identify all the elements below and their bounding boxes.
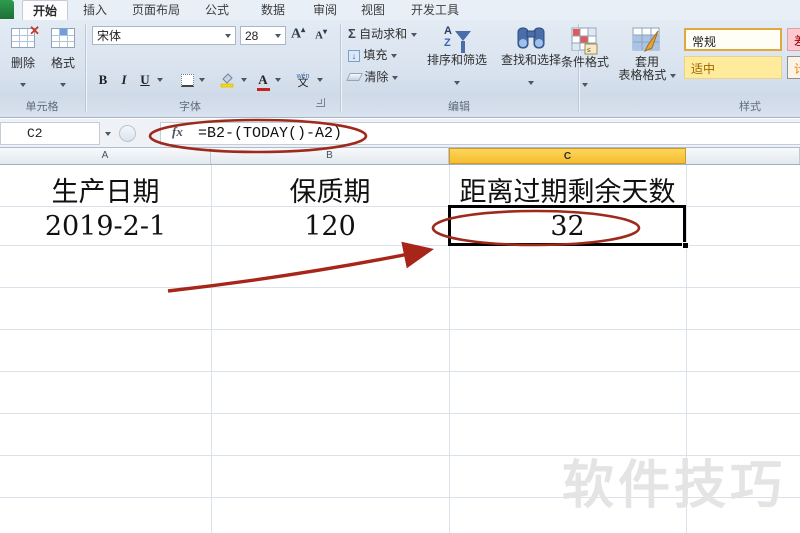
style-gallery-item-normal[interactable]: 常规	[684, 28, 782, 51]
grow-font-button[interactable]: A▴	[291, 25, 305, 43]
borders-dropdown[interactable]	[197, 69, 207, 91]
tab-review[interactable]: 审阅	[304, 0, 346, 20]
dropdown-caret	[275, 78, 281, 82]
style-gallery-item-bad[interactable]: 差	[787, 28, 800, 51]
borders-button[interactable]	[178, 69, 196, 91]
fill-button[interactable]: 填充	[348, 46, 397, 63]
eraser-icon	[346, 73, 363, 81]
dropdown-caret	[199, 78, 205, 82]
styles-group-label: 样式	[739, 101, 761, 113]
name-box[interactable]: C2	[0, 122, 100, 145]
style-gallery-item-neutral[interactable]: 适中	[684, 56, 782, 79]
dropdown-caret	[528, 80, 534, 85]
watermark: 软件技巧	[562, 457, 787, 515]
fill-color-button[interactable]	[216, 69, 238, 91]
dropdown-caret	[582, 82, 588, 87]
dropdown-caret	[60, 82, 66, 87]
sort-filter-icon: AZ	[422, 22, 492, 54]
format-table-icon	[44, 28, 82, 53]
gridline	[0, 287, 800, 288]
dropdown-caret	[157, 78, 163, 82]
paint-bucket-icon	[219, 72, 235, 88]
cell-C1[interactable]: 距离过期剩余天数	[449, 170, 686, 209]
gridline	[0, 413, 800, 414]
tab-formulas[interactable]: 公式	[196, 0, 238, 20]
delete-cells-button[interactable]: 删除	[4, 22, 42, 96]
column-header-b[interactable]: B	[211, 148, 449, 164]
cell-A1[interactable]: 生产日期	[0, 170, 211, 209]
italic-button[interactable]: I	[116, 69, 132, 91]
font-dialog-launcher[interactable]	[316, 98, 325, 107]
bold-button[interactable]: B	[94, 69, 112, 91]
clear-button[interactable]: 清除	[346, 68, 398, 85]
cell-B2[interactable]: 120	[211, 211, 449, 242]
tab-view[interactable]: 视图	[352, 0, 394, 20]
column-header-c[interactable]: C	[449, 148, 686, 164]
insert-function-icon[interactable]: fx	[172, 124, 183, 140]
cell-B1[interactable]: 保质期	[211, 170, 449, 209]
name-box-dropdown[interactable]	[100, 122, 116, 145]
dropdown-caret	[275, 33, 281, 38]
conditional-formatting-icon: ≤	[556, 22, 614, 56]
dropdown-caret	[317, 78, 323, 82]
borders-icon	[180, 73, 194, 87]
gridline	[0, 371, 800, 372]
dropdown-caret	[241, 78, 247, 82]
font-size-combo[interactable]: 28	[240, 26, 286, 45]
sort-filter-button[interactable]: AZ 排序和筛选	[422, 22, 492, 96]
svg-text:≤: ≤	[587, 47, 591, 54]
phonetic-guide-button[interactable]: wén 文	[292, 69, 314, 91]
font-name-combo[interactable]: 宋体	[92, 26, 236, 45]
fill-handle[interactable]	[682, 242, 689, 249]
formula-bar: C2 fx =B2-(TODAY()-A2)	[0, 119, 800, 148]
editing-group-label: 编辑	[448, 101, 470, 113]
column-header-d[interactable]	[686, 148, 800, 164]
dropdown-caret	[669, 73, 676, 78]
file-button-icon[interactable]	[0, 0, 14, 19]
dropdown-caret	[390, 53, 397, 58]
selected-cell-border	[448, 205, 686, 246]
format-as-table-button[interactable]: 套用 表格格式	[618, 22, 676, 96]
cell-A2[interactable]: 2019-2-1	[0, 211, 211, 242]
excel-window: 开始 插入 页面布局 公式 数据 审阅 视图 开发工具 删除 格式 单元格	[0, 0, 800, 533]
dropdown-caret	[225, 33, 231, 38]
fill-down-icon	[348, 50, 360, 62]
tab-home[interactable]: 开始	[22, 0, 68, 20]
dropdown-caret	[20, 82, 26, 87]
conditional-formatting-button[interactable]: ≤ 条件格式	[556, 22, 614, 96]
dropdown-caret	[454, 80, 460, 85]
tab-data[interactable]: 数据	[252, 0, 294, 20]
cells-group-label: 单元格	[25, 101, 59, 113]
font-color-icon: A	[257, 72, 271, 91]
font-color-button[interactable]: A	[254, 69, 272, 91]
tab-developer[interactable]: 开发工具	[402, 0, 468, 20]
ribbon: 删除 格式 单元格 宋体 28 A▴ A▾ B I U	[0, 20, 800, 118]
tab-page-layout[interactable]: 页面布局	[122, 0, 190, 20]
sigma-icon	[348, 27, 356, 41]
format-as-table-icon	[618, 22, 676, 56]
ribbon-tab-bar: 开始 插入 页面布局 公式 数据 审阅 视图 开发工具	[0, 0, 800, 20]
column-headers: A B C	[0, 148, 800, 165]
format-cells-button[interactable]: 格式	[44, 22, 82, 96]
formula-text: =B2-(TODAY()-A2)	[198, 125, 343, 142]
style-gallery-item-calculation[interactable]: 计	[787, 56, 800, 79]
tab-insert[interactable]: 插入	[74, 0, 116, 20]
font-group-label: 字体	[179, 101, 201, 113]
underline-button[interactable]: U	[136, 69, 154, 91]
formula-bar-button[interactable]	[119, 125, 136, 142]
column-header-a[interactable]: A	[0, 148, 211, 164]
font-color-dropdown[interactable]	[273, 69, 283, 91]
fill-color-dropdown[interactable]	[239, 69, 249, 91]
spreadsheet: A B C 软件技巧 生产日期 保质期 距离过期剩余天数 2019-2-1 12…	[0, 148, 800, 533]
phonetic-dropdown[interactable]	[315, 69, 325, 91]
dropdown-caret	[410, 32, 417, 37]
shrink-font-button[interactable]: A▾	[315, 27, 327, 42]
gridline	[0, 329, 800, 330]
delete-table-icon	[4, 28, 42, 53]
autosum-button[interactable]: 自动求和	[348, 25, 417, 42]
dropdown-caret	[391, 75, 398, 80]
dropdown-caret	[105, 131, 111, 136]
underline-dropdown[interactable]	[155, 69, 165, 91]
